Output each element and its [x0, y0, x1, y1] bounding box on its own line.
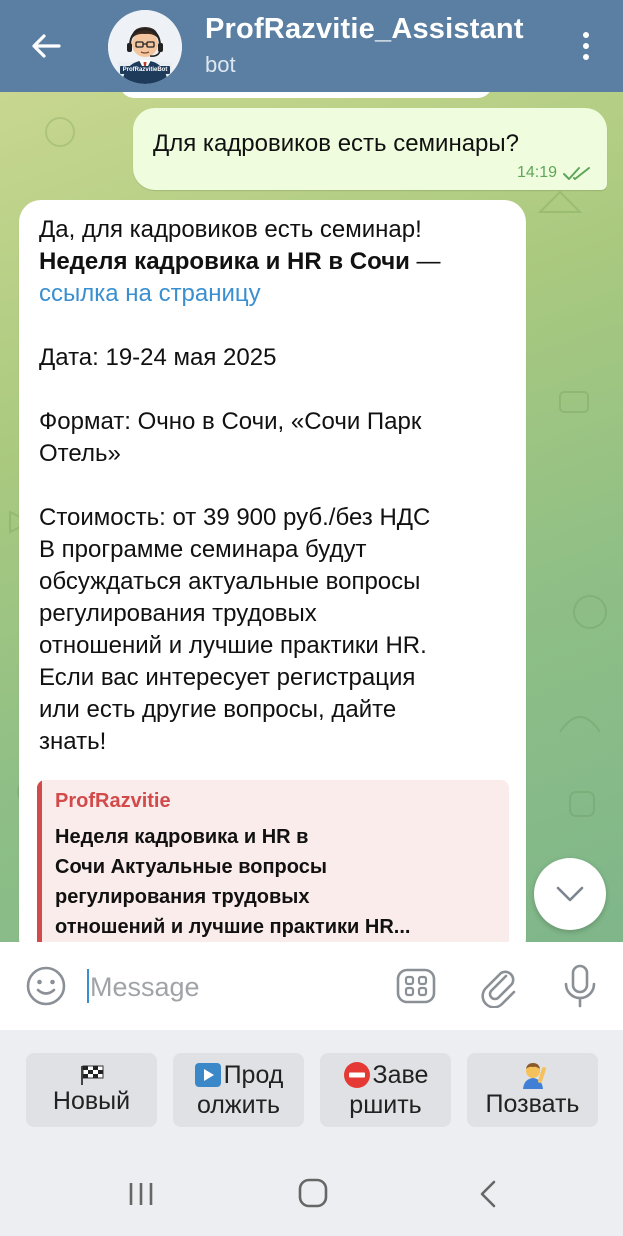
- scroll-down-button[interactable]: [534, 858, 606, 930]
- link-preview[interactable]: ProfRazvitie Неделя кадровика и HR в Соч…: [37, 780, 509, 942]
- preview-accent-bar: [37, 780, 42, 942]
- event-format-1: Формат: Очно в Сочи, «Сочи Парк: [39, 408, 422, 435]
- message-line: или есть другие вопросы, дайте: [39, 696, 397, 723]
- chat-subtitle: bot: [205, 52, 236, 77]
- paperclip-icon[interactable]: [476, 964, 520, 1009]
- bot-keyboard: Новый Прод олжить Заве ршить Позвать: [0, 1030, 623, 1150]
- preview-line: Неделя кадровика и HR в: [55, 826, 309, 848]
- previous-message-edge: [120, 92, 492, 98]
- message-meta: 14:19: [517, 164, 591, 182]
- event-line: Неделя кадровика и HR в Сочи —: [39, 246, 509, 278]
- message-line: регулирования трудовых: [39, 600, 317, 627]
- avatar-caption: ProfRazvitieBot: [122, 67, 168, 73]
- bot-menu-icon[interactable]: [394, 964, 438, 1008]
- incoming-message[interactable]: Да, для кадровиков есть семинар! Неделя …: [19, 200, 526, 942]
- keyboard-button-label-1: Прод: [223, 1061, 284, 1089]
- message-line: В программе семинара будут: [39, 536, 367, 563]
- chat-header: ProfRazvitieBot ProfRazvitie_Assistant b…: [0, 0, 623, 92]
- message-time: 14:19: [516, 164, 557, 181]
- preview-site-name: ProfRazvitie: [55, 790, 171, 812]
- preview-line: Сочи Актуальные вопросы: [55, 856, 327, 878]
- message-input[interactable]: [88, 964, 372, 1010]
- event-format-2: Отель»: [39, 440, 121, 467]
- person-raising-hand-icon: [522, 1063, 546, 1089]
- keyboard-button-continue[interactable]: Прод олжить: [173, 1053, 304, 1127]
- preview-line: регулирования трудовых: [55, 886, 310, 908]
- keyboard-button-label-2: олжить: [196, 1091, 281, 1119]
- recent-apps-icon[interactable]: [126, 1180, 156, 1208]
- preview-title: Неделя кадровика и HR в Сочи Актуальные …: [55, 822, 495, 942]
- chat-area[interactable]: Для кадровиков есть семинары? 14:19 Да, …: [0, 92, 623, 942]
- more-options-icon[interactable]: [571, 26, 601, 66]
- keyboard-button-call[interactable]: Позвать: [467, 1053, 598, 1127]
- message-line: отношений и лучшие практики HR.: [39, 632, 427, 659]
- preview-line: отношений и лучшие практики HR...: [55, 916, 411, 938]
- system-navigation-bar: [0, 1150, 623, 1236]
- event-link[interactable]: ссылка на страницу: [39, 278, 509, 310]
- incoming-message-text: Да, для кадровиков есть семинар! Неделя …: [39, 214, 509, 758]
- back-arrow-icon[interactable]: [26, 26, 66, 66]
- keyboard-button-new[interactable]: Новый: [26, 1053, 157, 1127]
- message-line: знать!: [39, 728, 107, 755]
- home-icon[interactable]: [296, 1176, 330, 1210]
- checkered-flag-icon: [80, 1065, 103, 1085]
- message-line: Если вас интересует регистрация: [39, 664, 416, 691]
- play-button-icon: [194, 1063, 221, 1087]
- microphone-icon[interactable]: [558, 962, 602, 1010]
- event-date: Дата: 19-24 мая 2025: [39, 344, 277, 371]
- no-entry-icon: [343, 1062, 370, 1088]
- outgoing-message[interactable]: Для кадровиков есть семинары? 14:19: [133, 108, 607, 190]
- bot-avatar[interactable]: ProfRazvitieBot: [108, 10, 182, 84]
- chevron-down-icon: [556, 886, 584, 902]
- event-cost: Стоимость: от 39 900 руб./без НДС: [39, 504, 431, 531]
- keyboard-button-label: Новый: [52, 1087, 131, 1115]
- emoji-icon[interactable]: [24, 964, 68, 1008]
- message-line: Да, для кадровиков есть семинар!: [39, 216, 422, 243]
- keyboard-button-label: Позвать: [485, 1090, 580, 1118]
- double-check-icon: [563, 167, 590, 180]
- keyboard-button-label-1: Заве: [372, 1061, 429, 1089]
- chat-title[interactable]: ProfRazvitie_Assistant: [205, 13, 524, 46]
- dash: —: [409, 248, 441, 275]
- outgoing-message-text: Для кадровиков есть семинары?: [153, 130, 519, 157]
- message-input-bar: [0, 942, 623, 1030]
- keyboard-button-label-2: ршить: [349, 1091, 422, 1119]
- system-back-icon[interactable]: [476, 1178, 500, 1210]
- event-name: Неделя кадровика и HR в Сочи: [39, 248, 410, 275]
- keyboard-button-finish[interactable]: Заве ршить: [320, 1053, 451, 1127]
- message-line: обсуждаться актуальные вопросы: [39, 568, 421, 595]
